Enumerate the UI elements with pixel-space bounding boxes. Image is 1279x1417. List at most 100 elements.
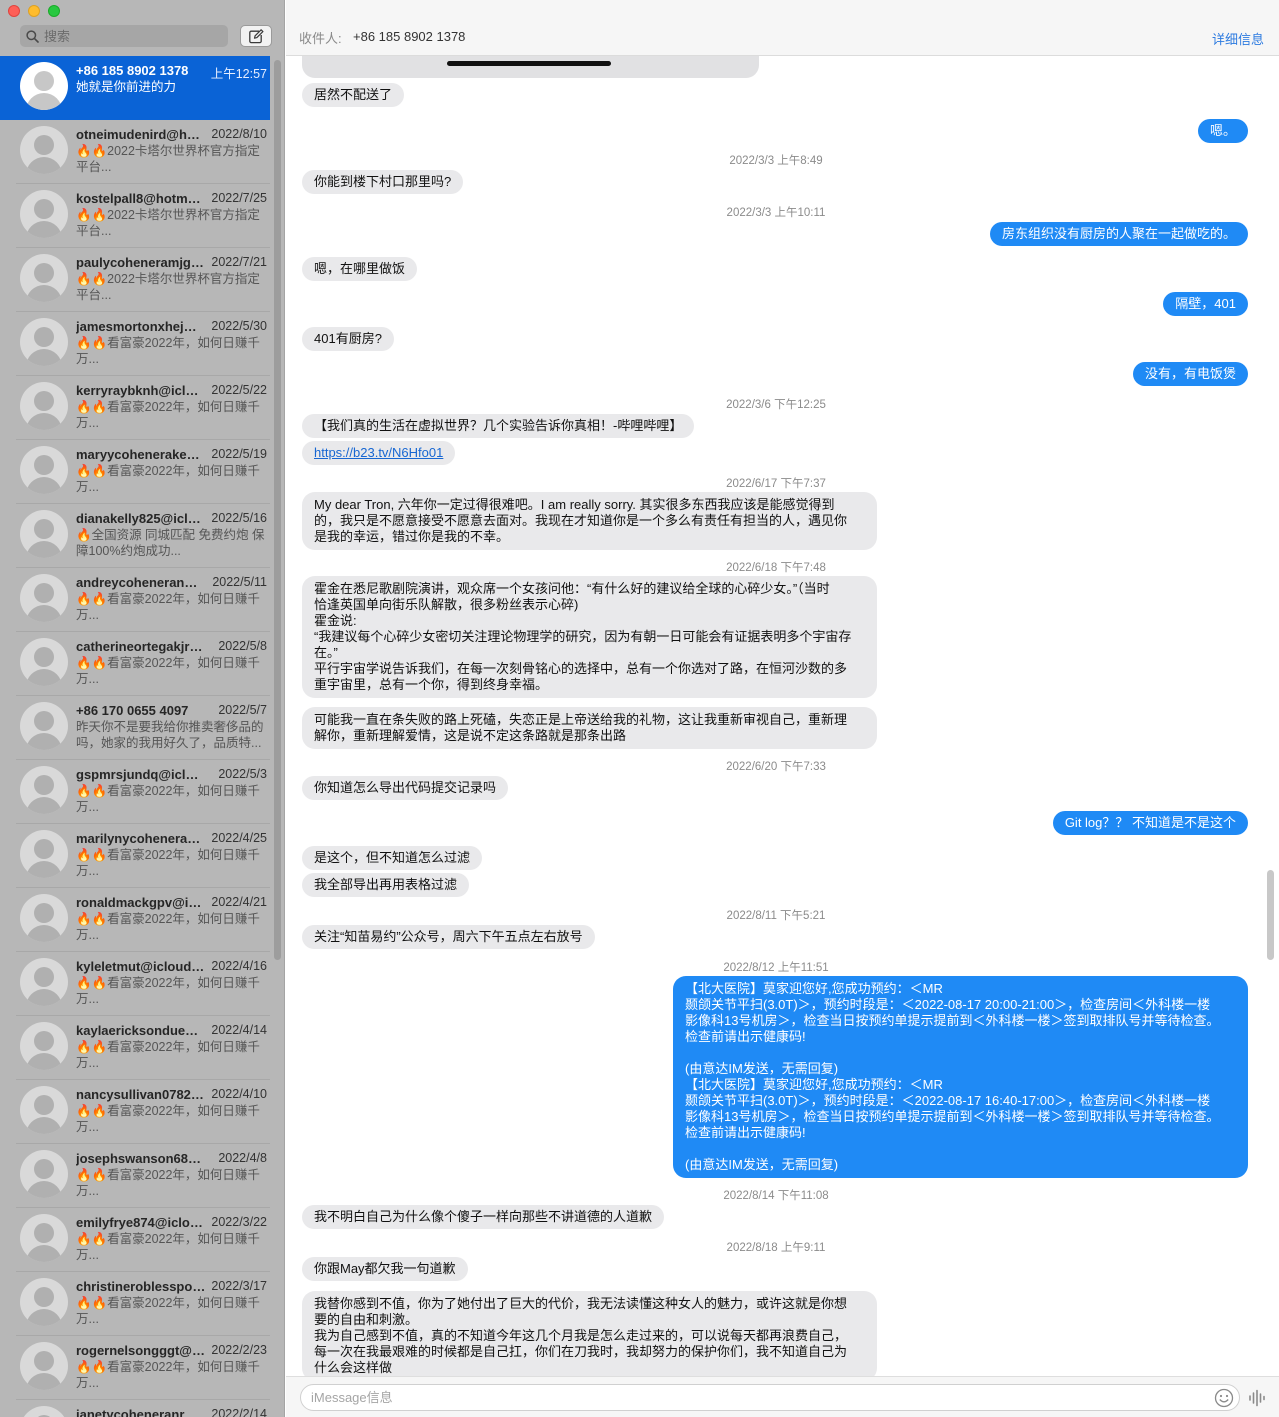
conversation-item[interactable]: andreycoheneranwi@icloud.com 2022/5/11 🔥🔥看… [0, 568, 270, 632]
message-line: (由意达IM发送，无需回复) [685, 1157, 839, 1172]
message-incoming[interactable]: 我替你感到不值，你为了她付出了巨大的代价，我无法读懂这种女人的魅力，或许这就是你… [302, 1291, 877, 1376]
message-line: 检查前请出示健康码! [685, 1029, 806, 1044]
person-icon [34, 135, 54, 155]
search-field[interactable] [20, 25, 228, 47]
message-outgoing[interactable]: 嗯。 [1197, 119, 1248, 143]
minimize-window-button[interactable] [28, 5, 40, 17]
person-icon [34, 391, 54, 411]
conversation-item[interactable]: kostelpall8@hotmail.com 2022/7/25 🔥🔥2022卡塔… [0, 184, 270, 248]
person-icon-body [26, 1245, 62, 1262]
compose-button[interactable] [240, 25, 272, 47]
person-icon-body [26, 1373, 62, 1390]
conversation-item[interactable]: +86 185 8902 1378 上午12:57 她就是你前进的力 [0, 56, 270, 120]
window-controls [8, 5, 60, 17]
message-incoming[interactable]: 霍金在悉尼歌剧院演讲，观众席一个女孩问他：“有什么好的建议给全球的心碎少女。”（… [302, 576, 877, 698]
message-incoming[interactable]: 是这个，但不知道怎么过滤 [302, 846, 483, 870]
close-window-button[interactable] [8, 5, 20, 17]
conversation-item[interactable]: maryycoheneraked@icloud.com 2022/5/19 🔥🔥看富… [0, 440, 270, 504]
conversation-item[interactable]: rogernelsongggt@icloud.com 2022/2/23 🔥🔥看富豪… [0, 1336, 270, 1400]
message-incoming[interactable]: 可能我一直在条失败的路上死磕，失恋正是上帝送给我的礼物，这让我重新审视自己，重新… [302, 707, 877, 749]
media-scrubber [447, 61, 611, 66]
message-line: 是我的幸运，错过你是我的不幸。 [314, 529, 510, 544]
conversation-item[interactable]: kerryraybknh@icloud.com 2022/5/22 🔥🔥看富豪202… [0, 376, 270, 440]
conversation-item[interactable]: catherineortegakjra@icloud.com 2022/5/8 🔥🔥… [0, 632, 270, 696]
message-line: 我替你感到不值，你为了她付出了巨大的代价，我无法读懂这种女人的魅力，或许这就是你… [314, 1296, 848, 1311]
zoom-window-button[interactable] [48, 5, 60, 17]
message-incoming[interactable]: 居然不配送了 [302, 83, 405, 107]
person-icon-body [26, 349, 62, 366]
person-icon [34, 263, 54, 283]
image-attachment[interactable] [302, 56, 759, 78]
person-icon [34, 967, 54, 987]
conversation-item[interactable]: gspmrsjundq@icloud.com 2022/5/3 🔥🔥看富豪2022年… [0, 760, 270, 824]
conversation-preview: 她就是你前进的力 [76, 80, 177, 94]
message-outgoing[interactable]: 隔壁，401 [1163, 292, 1248, 316]
message-incoming[interactable]: 我不明白自己为什么像个傻子一样向那些不讲道德的人道歉 [302, 1205, 665, 1229]
avatar [20, 510, 68, 558]
conversation-preview: 🔥🔥看富豪2022年，如何日赚千万... [76, 464, 260, 494]
audio-waveform-icon[interactable] [1248, 1389, 1268, 1407]
message-line: 影像科13号机房＞，检查当日按预约单提示提前到＜外科楼一楼＞签到取排队号并等待检… [685, 1013, 1220, 1028]
message-input[interactable] [300, 1384, 1240, 1411]
conversation-item[interactable]: dianakelly825@icloud.com 2022/5/16 🔥全国资源 同… [0, 504, 270, 568]
transcript-scrollbar[interactable] [1267, 870, 1274, 960]
message-line: 重宇宙里，总有一个你，得到终身幸福。 [314, 677, 549, 692]
conversation-name: jamesmortonxhej@icloud.com [76, 319, 206, 334]
conversation-date: 2022/3/22 [211, 1215, 267, 1229]
message-incoming[interactable]: 嗯，在哪里做饭 [302, 257, 418, 281]
conversation-name: paulycoheneramjgs@icloud.com [76, 255, 206, 270]
conversation-date: 2022/4/14 [211, 1023, 267, 1037]
conversation-item[interactable]: jamesmortonxhej@icloud.com 2022/5/30 🔥🔥看富豪… [0, 312, 270, 376]
conversation-name: gspmrsjundq@icloud.com [76, 767, 206, 782]
person-icon [34, 1351, 54, 1371]
emoji-icon[interactable] [1214, 1388, 1234, 1408]
conversation-item[interactable]: paulycoheneramjgs@icloud.com 2022/7/21 🔥🔥2… [0, 248, 270, 312]
message-outgoing[interactable]: 房东组织没有厨房的人聚在一起做吃的。 [989, 222, 1248, 246]
conversation-item[interactable]: nancysullivan0782@icloud.com 2022/4/10 🔥🔥看… [0, 1080, 270, 1144]
message-outgoing[interactable]: 没有，有电饭煲 [1132, 362, 1248, 386]
details-button[interactable]: 详细信息 [1212, 29, 1264, 48]
person-icon-body [26, 541, 62, 558]
conversation-name: rogernelsongggt@icloud.com [76, 1343, 206, 1358]
message-incoming[interactable]: 401有厨房? [302, 327, 394, 351]
avatar [20, 830, 68, 878]
recipient-value[interactable]: +86 185 8902 1378 [353, 29, 465, 44]
conversation-item[interactable]: emilyfrye874@icloud.com 2022/3/22 🔥🔥看富豪202… [0, 1208, 270, 1272]
person-icon-body [26, 413, 62, 430]
search-input[interactable] [44, 28, 214, 44]
conversation-preview: 🔥🔥看富豪2022年，如何日赚千万... [76, 592, 260, 622]
conversation-item[interactable]: josephswanson687@icloud.com 2022/4/8 🔥🔥看富豪… [0, 1144, 270, 1208]
conversation-item[interactable]: otneimudenird@hotmail.com 2022/8/10 🔥🔥2022… [0, 120, 270, 184]
timestamp: 2022/8/18 上午9:11 [726, 1242, 826, 1254]
message-incoming[interactable]: 【我们真的生活在虚拟世界？几个实验告诉你真相！-哔哩哔哩】 [302, 414, 695, 438]
conversation-name: josephswanson687@icloud.com [76, 1151, 206, 1166]
compose-icon [249, 28, 264, 43]
conversation-item[interactable]: christineroblesspo@icloud.com 2022/3/17 🔥🔥… [0, 1272, 270, 1336]
link-message[interactable]: https://b23.tv/N6Hfo01 [302, 441, 456, 465]
sidebar-scrollbar[interactable] [274, 60, 281, 960]
conversation-preview: 🔥🔥看富豪2022年，如何日赚千万... [76, 1104, 260, 1134]
message-incoming[interactable]: 你知道怎么导出代码提交记录吗 [302, 776, 509, 800]
person-icon [34, 1095, 54, 1115]
message-outgoing[interactable]: 【北大医院】莫家迎您好,您成功预约：＜MR 颞颌关节平扫(3.0T)＞，预约时段… [673, 976, 1248, 1178]
conversation-name: christineroblesspo@icloud.com [76, 1279, 206, 1294]
person-icon-body [26, 477, 62, 494]
message-incoming[interactable]: 你能到楼下村口那里吗? [302, 170, 464, 194]
conversation-item[interactable]: ronaldmackgpv@icloud.com 2022/4/21 🔥🔥看富豪20… [0, 888, 270, 952]
conversation-preview: 🔥🔥看富豪2022年，如何日赚千万... [76, 656, 260, 686]
message-incoming[interactable]: 我全部导出再用表格过滤 [302, 873, 470, 897]
conversation-item[interactable]: +86 170 0655 4097 2022/5/7 昨天你不是要我给你推卖奢侈品的… [0, 696, 270, 760]
conversation-item[interactable]: kyleletmut@icloud.com 2022/4/16 🔥🔥看富豪2022年… [0, 952, 270, 1016]
timestamp: 2022/8/14 下午11:08 [723, 1190, 829, 1202]
conversation-item[interactable]: kaylaericksondue@icloud.com 2022/4/14 🔥🔥看富… [0, 1016, 270, 1080]
conversation-preview: 昨天你不是要我给你推卖奢侈品的吗，她家的我用好久了，品质特... [76, 720, 264, 750]
conversation-name: kostelpall8@hotmail.com [76, 191, 206, 206]
person-icon [34, 775, 54, 795]
conversation-item[interactable]: marilynycoheneray@icloud.com 2022/4/25 🔥🔥看… [0, 824, 270, 888]
message-outgoing[interactable]: Git log？？ 不知道是不是这个 [1052, 811, 1248, 835]
message-incoming[interactable]: 关注“知苗易约”公众号，周六下午五点左右放号 [302, 925, 595, 949]
person-icon [34, 1031, 54, 1051]
conversation-item[interactable]: janetycoheneranr@icloud.com 2022/2/14 [0, 1400, 270, 1417]
message-incoming[interactable]: My dear Tron, 六年你一定过得很难吧。I am really sor… [302, 492, 877, 550]
message-incoming[interactable]: 你跟May都欠我一句道歉 [302, 1257, 468, 1281]
